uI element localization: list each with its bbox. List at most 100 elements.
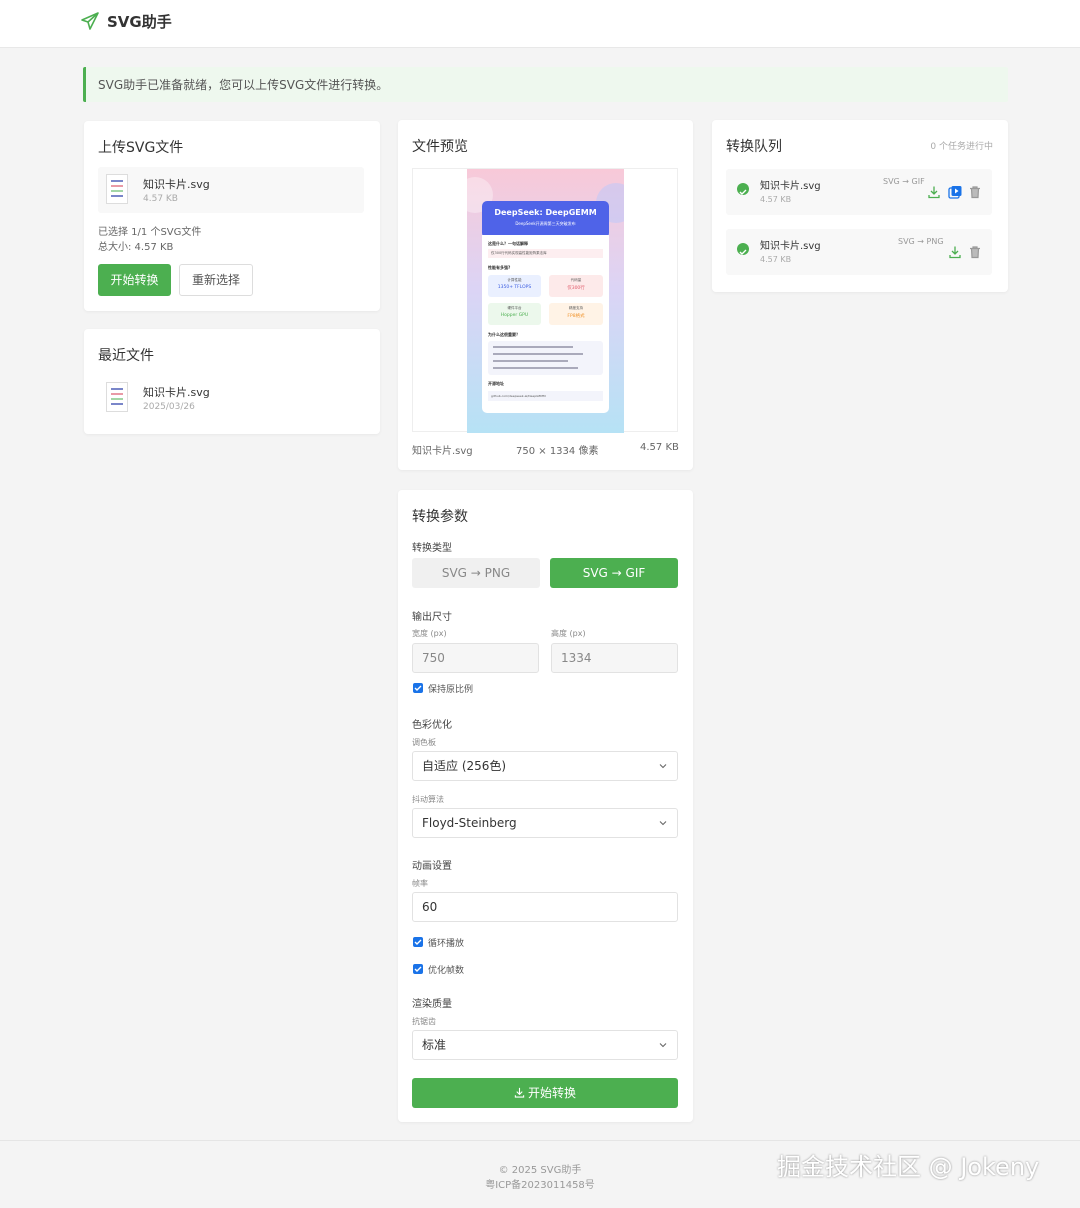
recent-files-card: 最近文件 知识卡片.svg 2025/03/26	[84, 329, 380, 434]
svg-card-q1: 这是什么？一句话解释	[488, 241, 528, 246]
selected-file-size: 4.57 KB	[143, 194, 178, 204]
stat-label: 计算性能	[507, 278, 522, 282]
svg-file-icon	[106, 382, 128, 412]
queue-task: 知识卡片.svg 4.57 KB SVG → PNG	[726, 229, 992, 275]
stat-value: 1350+ TFLOPS	[497, 285, 532, 290]
chevron-down-icon	[659, 821, 667, 826]
ready-notice: SVG助手已准备就绪，您可以上传SVG文件进行转换。	[83, 67, 1008, 102]
preview-card: 文件预览 DeepSeek: DeepGEMM DeepSeek开源周第三天突破…	[398, 120, 693, 470]
submit-label: 开始转换	[527, 1086, 576, 1100]
selected-count: 已选择 1/1 个SVG文件	[98, 227, 202, 238]
svg-card-link: github.com/deepseek-ai/DeepGEMM	[488, 391, 603, 401]
palette-value: 自适应 (256色)	[422, 759, 507, 773]
optimize-label: 优化帧数	[428, 966, 465, 976]
app-header: SVG助手	[0, 0, 1080, 48]
width-input[interactable]: 750	[412, 643, 539, 673]
antialias-select[interactable]: 标准	[412, 1030, 678, 1060]
type-label: 转换类型	[412, 543, 452, 554]
submit-convert-button[interactable]: 开始转换	[412, 1078, 678, 1108]
selected-file-row: 知识卡片.svg 4.57 KB	[98, 167, 364, 213]
task-type: SVG → PNG	[898, 237, 944, 246]
chevron-down-icon	[659, 764, 667, 769]
preview-dimensions: 750 × 1334 像素	[516, 446, 599, 457]
height-label: 高度 (px)	[551, 629, 586, 638]
color-label: 色彩优化	[412, 720, 452, 731]
stat-value: Hopper GPU	[500, 313, 529, 318]
check-circle-icon	[737, 183, 749, 195]
footer-divider	[0, 1140, 1080, 1141]
keep-ratio-checkbox[interactable]	[413, 683, 423, 693]
anim-label: 动画设置	[412, 861, 452, 872]
height-input[interactable]: 1334	[551, 643, 678, 673]
selected-file-name: 知识卡片.svg	[143, 178, 210, 191]
loop-label: 循环播放	[428, 939, 465, 949]
queue-task: 知识卡片.svg 4.57 KB SVG → GIF	[726, 169, 992, 215]
check-circle-icon	[737, 243, 749, 255]
upload-title: 上传SVG文件	[98, 140, 184, 156]
recent-title: 最近文件	[98, 348, 154, 364]
params-title: 转换参数	[412, 509, 468, 525]
size-label: 输出尺寸	[412, 612, 452, 623]
total-size: 总大小: 4.57 KB	[98, 242, 174, 253]
palette-label: 调色板	[412, 738, 436, 747]
recent-file-date: 2025/03/26	[143, 402, 195, 412]
aa-label: 抗锯齿	[412, 1017, 436, 1026]
download-icon[interactable]	[948, 245, 962, 259]
download-icon	[514, 1087, 525, 1098]
upload-card: 上传SVG文件 知识卡片.svg 4.57 KB 已选择 1/1 个SVG文件 …	[84, 121, 380, 311]
svg-card-q2: 性能有多强?	[488, 265, 511, 270]
download-icon[interactable]	[927, 185, 941, 199]
dither-label: 抖动算法	[412, 795, 444, 804]
dither-select[interactable]: Floyd-Steinberg	[412, 808, 678, 838]
trash-icon[interactable]	[968, 185, 982, 199]
app-title[interactable]: SVG助手	[107, 11, 172, 32]
queue-card: 转换队列 0 个任务进行中 知识卡片.svg 4.57 KB SVG → GIF…	[712, 120, 1008, 292]
svg-card-a1: 仅300行代码实现高性能矩阵乘法库	[488, 249, 603, 258]
fps-input[interactable]: 60	[412, 892, 678, 922]
svg-file-icon	[106, 174, 128, 204]
preview-box: DeepSeek: DeepGEMM DeepSeek开源周第三天突破发布 这是…	[412, 168, 678, 433]
preview-title: 文件预览	[412, 139, 468, 155]
stat-value: 仅300行	[567, 286, 585, 291]
task-type: SVG → GIF	[883, 177, 925, 186]
start-convert-button[interactable]: 开始转换	[98, 264, 171, 296]
type-gif-button[interactable]: SVG → GIF	[550, 558, 678, 588]
watermark: 掘金技术社区 @ Jokeny	[777, 1153, 1040, 1181]
svg-card-q3: 为什么这很重要？	[488, 332, 520, 337]
task-file-size: 4.57 KB	[760, 195, 792, 204]
render-label: 渲染质量	[412, 999, 452, 1010]
play-preview-icon[interactable]	[948, 185, 962, 199]
svg-card-q4: 开源地址	[488, 381, 504, 386]
svg-card-body: 这是什么？一句话解释 仅300行代码实现高性能矩阵乘法库 性能有多强? 计算性能…	[482, 235, 609, 413]
aa-value: 标准	[422, 1038, 447, 1052]
preview-file-name: 知识卡片.svg	[412, 446, 473, 457]
recent-file-name: 知识卡片.svg	[143, 386, 210, 399]
paper-plane-icon[interactable]	[80, 11, 100, 31]
loop-checkbox[interactable]	[413, 937, 423, 947]
stat-value: FP8格式	[567, 314, 585, 319]
fps-label: 帧率	[412, 879, 428, 888]
notice-text: SVG助手已准备就绪，您可以上传SVG文件进行转换。	[98, 78, 389, 92]
recent-file-row[interactable]: 知识卡片.svg 2025/03/26	[98, 375, 364, 421]
optimize-checkbox[interactable]	[413, 964, 423, 974]
width-label: 宽度 (px)	[412, 629, 447, 638]
task-file-name: 知识卡片.svg	[760, 181, 821, 192]
type-png-button[interactable]: SVG → PNG	[412, 558, 540, 588]
task-file-size: 4.57 KB	[760, 255, 792, 264]
palette-select[interactable]: 自适应 (256色)	[412, 751, 678, 781]
svg-card-header: DeepSeek: DeepGEMM DeepSeek开源周第三天突破发布	[482, 201, 609, 238]
trash-icon[interactable]	[968, 245, 982, 259]
svg-card-list	[488, 341, 603, 375]
svg-preview-image: DeepSeek: DeepGEMM DeepSeek开源周第三天突破发布 这是…	[467, 169, 624, 433]
conversion-params-card: 转换参数 转换类型 SVG → PNG SVG → GIF 输出尺寸 宽度 (p…	[398, 490, 693, 1122]
task-file-name: 知识卡片.svg	[760, 241, 821, 252]
reselect-button[interactable]: 重新选择	[179, 264, 253, 296]
preview-size: 4.57 KB	[640, 442, 679, 453]
queue-status: 0 个任务进行中	[930, 142, 993, 152]
chevron-down-icon	[659, 1043, 667, 1048]
queue-title: 转换队列	[726, 139, 782, 155]
stat-label: 精度支持	[569, 306, 583, 310]
stat-label: 代码量	[570, 278, 582, 282]
svg-card-title: DeepSeek: DeepGEMM	[494, 208, 597, 217]
svg-card-subtitle: DeepSeek开源周第三天突破发布	[515, 221, 576, 226]
